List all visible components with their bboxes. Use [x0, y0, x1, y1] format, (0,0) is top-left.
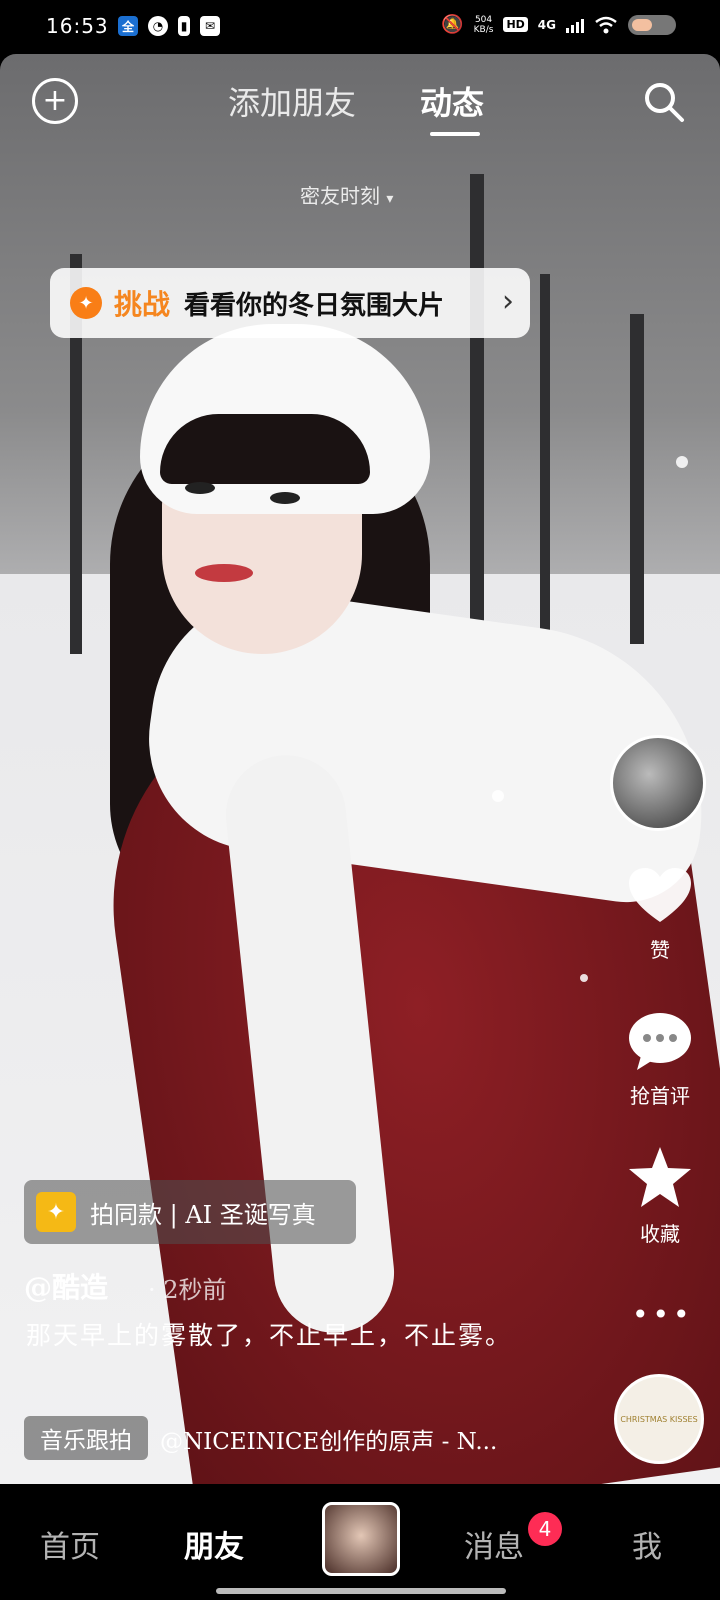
post-time: · 2秒前 [148, 1276, 227, 1304]
status-time: 16:53 [46, 14, 109, 38]
mute-bell-icon: 🔕 [441, 14, 464, 35]
author-avatar[interactable] [610, 735, 706, 831]
status-right-icons: 🔕 504 KB/s HD 4G [441, 14, 676, 35]
person-bangs [160, 414, 370, 484]
music-follow-tag[interactable]: 音乐跟拍 [24, 1416, 148, 1460]
nav-messages[interactable]: 消息 [464, 1522, 524, 1566]
challenge-banner[interactable]: ✦ 挑战 看看你的冬日氛围大片 › [50, 268, 530, 338]
comment-label: 抢首评 [630, 1084, 690, 1108]
net-speed-unit: KB/s [473, 24, 494, 35]
star-icon [629, 1147, 691, 1207]
nav-me[interactable]: 我 [632, 1522, 662, 1566]
home-indicator[interactable] [216, 1588, 506, 1594]
background-tree [470, 174, 484, 644]
hd-icon: HD [503, 17, 528, 32]
background-tree [630, 314, 644, 644]
nav-friends[interactable]: 朋友 [184, 1522, 244, 1566]
search-icon[interactable] [642, 80, 686, 124]
snowflake [492, 790, 504, 802]
net-speed-value: 504 [474, 14, 493, 25]
favorite-label: 收藏 [640, 1222, 680, 1246]
author-name[interactable]: @酷造 [24, 1266, 108, 1306]
snowflake [676, 456, 688, 468]
like-button[interactable]: 赞 [620, 866, 700, 963]
comment-button[interactable]: 抢首评 [620, 1012, 700, 1109]
like-label: 赞 [650, 938, 670, 962]
feed-filter-label: 密友时刻 [300, 184, 380, 208]
tab-add-friends[interactable]: 添加朋友 [228, 78, 356, 124]
messages-badge: 4 [528, 1512, 562, 1546]
background-tree [540, 274, 550, 634]
favorite-button[interactable]: 收藏 [620, 1144, 700, 1247]
remix-banner[interactable]: ✦ 拍同款 | AI 圣诞写真 [24, 1180, 356, 1244]
status-bar: 16:53 全 ◔ ▮ ✉ 🔕 504 KB/s HD 4G [0, 0, 720, 54]
challenge-text: 看看你的冬日氛围大片 [184, 290, 445, 321]
nav-create-button[interactable] [322, 1502, 400, 1576]
chevron-down-icon: ▾ [386, 191, 394, 207]
challenge-tag: 挑战 [114, 288, 171, 321]
snowflake [580, 974, 588, 982]
network-type: 4G [537, 17, 556, 32]
bank-app-icon: 全 [118, 16, 138, 36]
remix-text: 拍同款 | AI 圣诞写真 [90, 1200, 316, 1229]
tab-active-indicator [430, 132, 480, 136]
signal-icon [566, 17, 584, 33]
status-left-icons: 全 ◔ ▮ ✉ [118, 16, 220, 36]
net-speed: 504 KB/s [474, 15, 494, 35]
speedometer-icon: ◔ [148, 16, 168, 36]
person-eye [270, 492, 300, 504]
mail-icon: ✉ [200, 16, 220, 36]
challenge-icon: ✦ [70, 287, 102, 319]
person-eye [185, 482, 215, 494]
more-options-icon[interactable]: ••• [632, 1298, 694, 1331]
wifi-icon [595, 16, 617, 33]
music-title[interactable]: @NICEINICE创作的原声 - N... [160, 1422, 497, 1456]
feed-filter-dropdown[interactable]: 密友时刻 ▾ [300, 180, 393, 209]
tab-feed[interactable]: 动态 [420, 78, 484, 124]
battery-icon [628, 14, 676, 35]
chevron-right-icon: › [502, 284, 514, 319]
music-disc[interactable]: CHRISTMAS KISSES [614, 1374, 704, 1464]
post-description: 那天早上的雾散了，不止早上，不止雾。 [26, 1321, 513, 1350]
heart-icon [629, 868, 691, 922]
bottom-nav: 首页 朋友 消息 4 我 [0, 1484, 720, 1600]
add-button[interactable]: + [32, 78, 78, 124]
battery-small-icon: ▮ [178, 16, 190, 36]
sparkle-icon: ✦ [36, 1192, 76, 1232]
person-lips [195, 564, 253, 582]
comment-icon [629, 1013, 691, 1070]
music-disc-label: CHRISTMAS KISSES [620, 1414, 698, 1424]
nav-home[interactable]: 首页 [40, 1522, 100, 1566]
